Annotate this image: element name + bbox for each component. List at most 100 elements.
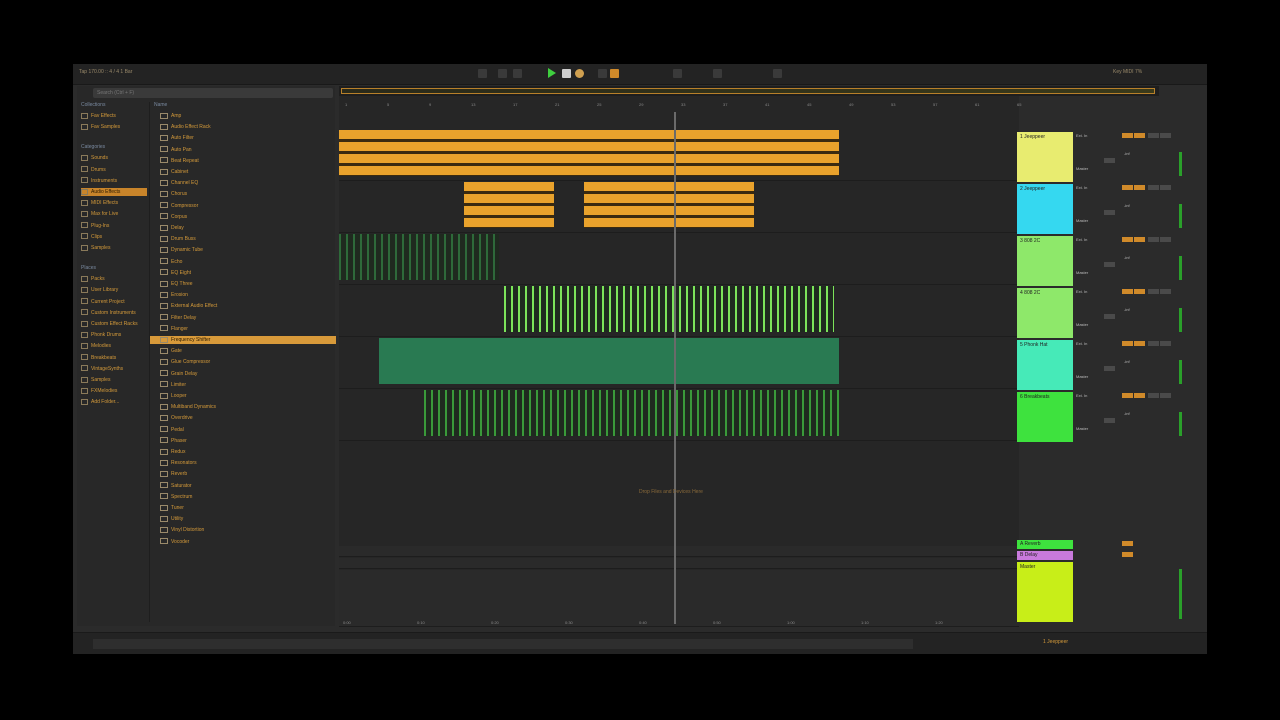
collection-item[interactable]: Fav Effects: [81, 112, 147, 120]
device-row[interactable]: Delay: [150, 224, 336, 232]
return-activator[interactable]: [1122, 541, 1133, 546]
clip[interactable]: [504, 338, 839, 384]
device-row[interactable]: Erosion: [150, 291, 336, 299]
track-header[interactable]: 5 Phonk Hat: [1017, 340, 1073, 390]
device-row[interactable]: Echo: [150, 258, 336, 266]
overview-region[interactable]: [341, 88, 1155, 94]
arrangement-position[interactable]: [478, 69, 487, 78]
track-header[interactable]: 2 Jeeppeer: [1017, 184, 1073, 234]
playhead[interactable]: [674, 112, 676, 624]
play-icon[interactable]: [548, 68, 556, 78]
category-item[interactable]: Sounds: [81, 154, 147, 162]
track-header[interactable]: 4 808 2C: [1017, 288, 1073, 338]
return-lane[interactable]: [339, 570, 1019, 627]
activator-button[interactable]: [1122, 393, 1133, 398]
device-row[interactable]: Chorus: [150, 190, 336, 198]
category-item[interactable]: Clips: [81, 233, 147, 241]
track-header[interactable]: 6 Breakbeats: [1017, 392, 1073, 442]
clip[interactable]: [424, 390, 839, 436]
device-row[interactable]: Redux: [150, 448, 336, 456]
device-row[interactable]: External Audio Effect: [150, 302, 336, 310]
place-item[interactable]: User Library: [81, 286, 147, 294]
solo-button[interactable]: [1104, 158, 1115, 163]
device-row[interactable]: Vinyl Distortion: [150, 526, 336, 534]
solo-button[interactable]: [1160, 341, 1171, 346]
place-item[interactable]: Breakbeats: [81, 354, 147, 362]
device-row[interactable]: Phaser: [150, 437, 336, 445]
device-row[interactable]: Cabinet: [150, 168, 336, 176]
device-row[interactable]: Tuner: [150, 504, 336, 512]
place-item[interactable]: Melodies: [81, 342, 147, 350]
automation-arm-button[interactable]: [610, 69, 619, 78]
device-row[interactable]: Multiband Dynamics: [150, 403, 336, 411]
device-row[interactable]: Limiter: [150, 381, 336, 389]
follow-button[interactable]: [513, 69, 522, 78]
browser-search-input[interactable]: Search (Ctrl + F): [93, 88, 333, 98]
solo-button[interactable]: [1104, 418, 1115, 423]
solo-button[interactable]: [1160, 185, 1171, 190]
device-row[interactable]: Filter Delay: [150, 314, 336, 322]
category-item[interactable]: Plug-Ins: [81, 222, 147, 230]
device-row[interactable]: Spectrum: [150, 493, 336, 501]
clip[interactable]: [509, 182, 554, 228]
activator-button[interactable]: [1122, 237, 1133, 242]
place-item[interactable]: Packs: [81, 275, 147, 283]
stop-icon[interactable]: [562, 69, 571, 78]
clip[interactable]: [339, 130, 839, 176]
solo-button[interactable]: [1160, 289, 1171, 294]
overdub-button[interactable]: [598, 69, 607, 78]
device-row[interactable]: Auto Filter: [150, 134, 336, 142]
device-row[interactable]: Channel EQ: [150, 179, 336, 187]
category-item[interactable]: Drums: [81, 166, 147, 174]
clip[interactable]: [584, 182, 754, 228]
loop-button[interactable]: [673, 69, 682, 78]
category-item[interactable]: Max for Live: [81, 210, 147, 218]
solo-button[interactable]: [1104, 210, 1115, 215]
solo-button[interactable]: [1160, 393, 1171, 398]
solo-button[interactable]: [1148, 237, 1159, 242]
device-row[interactable]: Reverb: [150, 470, 336, 478]
clip[interactable]: [379, 338, 504, 384]
place-item[interactable]: Current Project: [81, 298, 147, 306]
track-lane[interactable]: [339, 232, 1019, 285]
return-activator[interactable]: [1122, 552, 1133, 557]
return-lane[interactable]: [339, 546, 1019, 557]
solo-button[interactable]: [1104, 314, 1115, 319]
key-map-button[interactable]: [773, 69, 782, 78]
record-icon[interactable]: [575, 69, 584, 78]
solo-button[interactable]: [1148, 133, 1159, 138]
device-row[interactable]: Resonators: [150, 459, 336, 467]
activator-button[interactable]: [1122, 289, 1133, 294]
activator-button[interactable]: [1134, 393, 1145, 398]
clip[interactable]: [339, 234, 499, 280]
device-row[interactable]: Pedal: [150, 426, 336, 434]
device-row[interactable]: Auto Pan: [150, 146, 336, 154]
activator-button[interactable]: [1134, 289, 1145, 294]
clip[interactable]: [464, 182, 509, 228]
solo-button[interactable]: [1148, 289, 1159, 294]
collection-item[interactable]: Fav Samples: [81, 123, 147, 131]
device-row[interactable]: Beat Repeat: [150, 157, 336, 165]
track-lane[interactable]: [339, 284, 1019, 337]
device-row[interactable]: EQ Eight: [150, 269, 336, 277]
activator-button[interactable]: [1134, 237, 1145, 242]
device-row[interactable]: Grain Delay: [150, 370, 336, 378]
master-header[interactable]: Master: [1017, 562, 1073, 622]
device-row[interactable]: Corpus: [150, 213, 336, 221]
track-header[interactable]: 1 Jeeppeer: [1017, 132, 1073, 182]
category-item[interactable]: Audio Effects: [81, 188, 147, 196]
device-row[interactable]: Saturator: [150, 482, 336, 490]
solo-button[interactable]: [1160, 133, 1171, 138]
track-header[interactable]: 3 808 2C: [1017, 236, 1073, 286]
track-lane[interactable]: [339, 128, 1019, 181]
clip[interactable]: [504, 286, 834, 332]
activator-button[interactable]: [1122, 133, 1133, 138]
place-item[interactable]: Custom Instruments: [81, 309, 147, 317]
solo-button[interactable]: [1104, 366, 1115, 371]
place-item[interactable]: Samples: [81, 376, 147, 384]
return-header[interactable]: A Reverb: [1017, 540, 1073, 549]
track-lane[interactable]: [339, 336, 1019, 389]
return-lane[interactable]: [339, 558, 1019, 569]
place-item[interactable]: FXMelodies: [81, 387, 147, 395]
solo-button[interactable]: [1148, 341, 1159, 346]
